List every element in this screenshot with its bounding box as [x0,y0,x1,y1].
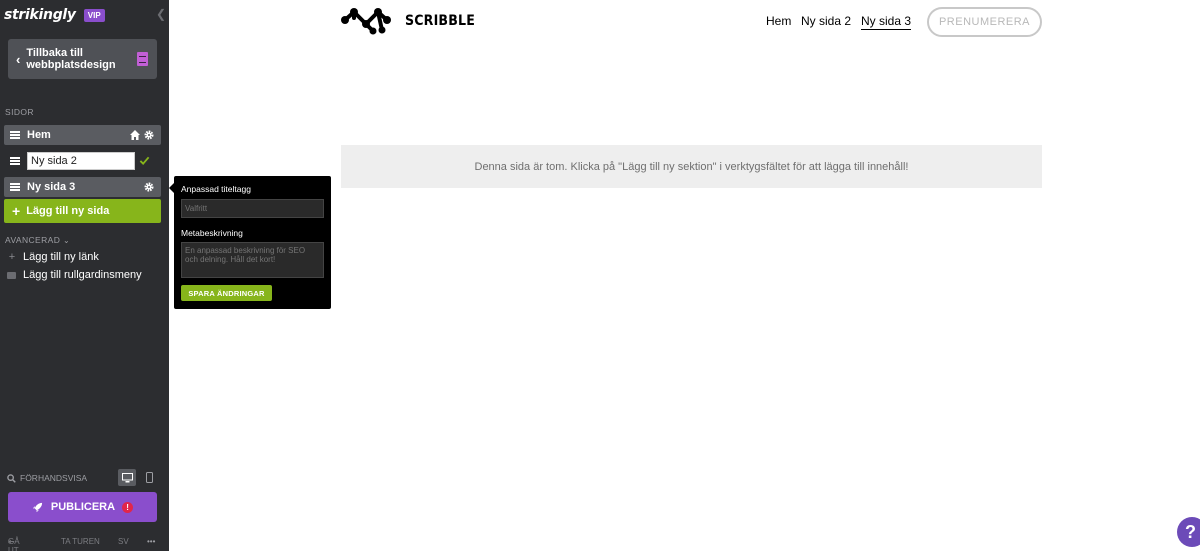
page-item-ny-sida-2[interactable] [4,151,161,171]
take-tour-link[interactable]: TA TUREN [61,537,100,546]
mobile-view-button[interactable] [140,469,158,486]
add-link-item[interactable]: + Lägg till ny länk [7,251,99,263]
publish-label: PUBLICERA [50,501,116,513]
drag-handle-icon[interactable] [10,131,20,139]
mobile-icon [145,472,153,483]
drag-handle-icon[interactable] [10,183,20,191]
gear-icon[interactable] [143,181,155,193]
editor-sidebar: strikingly VIP ❮ ‹ Tillbaka till webbpla… [0,0,169,551]
advanced-toggle[interactable]: AVANCERAD ⌄ [5,235,70,245]
custom-title-label: Anpassad titeltagg [181,184,251,194]
vip-badge: VIP [83,8,105,22]
add-link-label: Lägg till ny länk [23,251,99,263]
subscribe-button[interactable]: PRENUMERERA [927,7,1042,37]
design-document-icon [137,52,148,66]
folder-icon [7,271,16,279]
back-to-design-button[interactable]: ‹ Tillbaka till webbplatsdesign [8,39,157,79]
gear-icon[interactable] [143,129,155,141]
meta-description-label: Metabeskrivning [181,228,243,238]
page-item-label: Hem [27,129,51,141]
add-page-button[interactable]: + Lägg till ny sida [4,199,161,223]
save-changes-button[interactable]: SPARA ÄNDRINGAR [181,285,272,301]
plus-icon: + [8,251,16,263]
back-label-line2: webbplatsdesign [26,59,116,71]
chevron-down-icon: ⌄ [63,236,71,245]
page-settings-popover: Anpassad titeltagg Metabeskrivning SPARA… [169,176,331,309]
advanced-heading: AVANCERAD [5,235,61,245]
rocket-icon [32,502,42,512]
home-icon[interactable] [129,129,141,141]
collapse-sidebar-icon[interactable]: ❮ [156,7,166,21]
more-menu-icon[interactable]: ••• [147,537,155,546]
add-dropdown-item[interactable]: Lägg till rullgardinsmeny [7,269,142,281]
check-icon[interactable] [139,155,150,166]
chevron-left-icon: ‹ [16,51,21,67]
back-label: Tillbaka till webbplatsdesign [26,47,115,71]
publish-button[interactable]: PUBLICERA ! [8,492,157,522]
logo-row: strikingly VIP [4,6,105,24]
page-item-hem[interactable]: Hem [4,125,161,145]
page-name-input[interactable] [27,152,135,170]
preview-row: FÖRHANDSVISA [7,469,159,486]
desktop-icon [121,472,133,482]
strikingly-logo: strikingly [4,7,76,23]
site-brand-name: SCRIBBLE [405,13,476,29]
nav-link-ny-sida-2[interactable]: Ny sida 2 [801,14,851,28]
page-item-ny-sida-3[interactable]: Ny sida 3 [4,177,161,197]
logout-label: GÅ UT [8,537,20,551]
help-icon: ? [1185,521,1196,542]
pages-heading: SIDOR [5,107,34,117]
custom-title-input[interactable] [181,199,324,218]
drag-handle-icon[interactable] [10,157,20,165]
page-item-label: Ny sida 3 [27,181,76,193]
add-page-label: Lägg till ny sida [26,205,110,217]
nav-link-ny-sida-3[interactable]: Ny sida 3 [861,14,912,30]
language-link[interactable]: SV [118,537,129,546]
empty-page-message: Denna sida är tom. Klicka på "Lägg till … [474,160,909,173]
empty-page-notice: Denna sida är tom. Klicka på "Lägg till … [341,145,1042,188]
molecule-logo-icon [341,8,391,35]
preview-label[interactable]: FÖRHANDSVISA [20,473,87,483]
help-button[interactable]: ? [1177,517,1200,547]
popover-arrow [169,183,174,193]
add-dropdown-label: Lägg till rullgardinsmeny [23,269,142,281]
sidebar-footer: ⇤ GÅ UT TA TUREN SV ••• [0,537,169,551]
plus-icon: + [12,203,21,219]
search-icon [7,473,16,483]
site-logo[interactable]: SCRIBBLE [340,6,483,36]
nav-link-hem[interactable]: Hem [766,14,791,28]
desktop-view-button[interactable] [118,469,136,486]
meta-description-input[interactable] [181,242,324,278]
back-label-line1: Tillbaka till [26,47,83,59]
warning-icon: ! [122,501,134,513]
